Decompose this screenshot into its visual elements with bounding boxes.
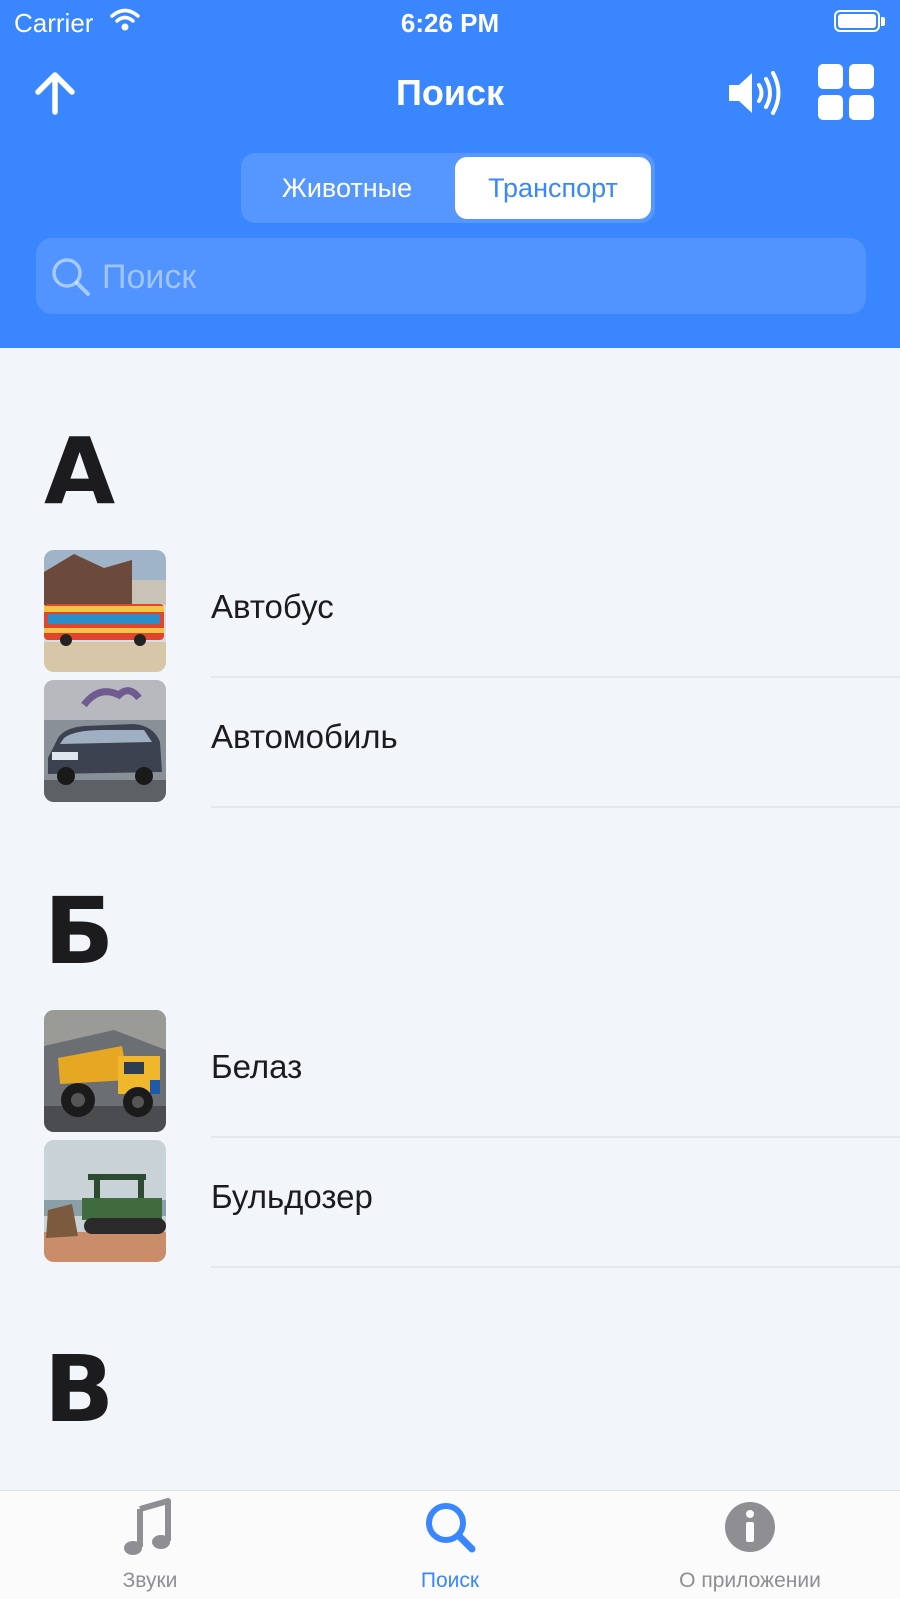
info-icon (725, 1502, 775, 1552)
list-item[interactable]: Белаз (0, 1008, 900, 1138)
category-segmented-control: Животные Транспорт (241, 153, 655, 223)
search-input[interactable] (100, 238, 844, 316)
list-item[interactable]: Автомобиль (0, 678, 900, 808)
battery-icon (834, 10, 886, 34)
tab-bar: Звуки Поиск О приложении (0, 1490, 900, 1599)
row-separator (211, 806, 900, 808)
transport-list: А Автобус Автомобиль Б Белаз Бульдозер В (0, 348, 900, 1490)
grid-view-icon[interactable] (818, 64, 874, 120)
tab-search-label: Поиск (420, 1569, 480, 1592)
section-header-v: В (44, 1336, 115, 1443)
search-icon (426, 1503, 476, 1553)
list-item[interactable]: Бульдозер (0, 1138, 900, 1268)
segment-animals[interactable]: Животные (247, 157, 447, 219)
nav-bar: Поиск (0, 48, 900, 144)
list-item-label: Бульдозер (211, 1178, 373, 1215)
segment-transport[interactable]: Транспорт (455, 157, 651, 219)
bus-thumbnail (44, 550, 166, 672)
status-time: 6:26 PM (400, 8, 500, 38)
list-item[interactable]: Автобус (0, 548, 900, 678)
header: Carrier 6:26 PM Поиск Животные Транспорт… (0, 0, 900, 348)
search-icon (52, 258, 90, 296)
tab-sounds-label: Звуки (122, 1569, 178, 1592)
list-item-label: Автобус (211, 588, 334, 625)
speaker-icon[interactable] (725, 68, 785, 118)
section-header-b: Б (44, 878, 115, 985)
list-item-label: Белаз (211, 1048, 303, 1085)
music-note-icon (124, 1498, 171, 1555)
tab-about-label: О приложении (679, 1569, 821, 1592)
search-bar (36, 238, 866, 316)
bulldozer-thumbnail (44, 1140, 166, 1262)
tab-sounds[interactable]: Звуки (0, 1491, 300, 1599)
section-header-a: А (44, 418, 116, 525)
tab-about[interactable]: О приложении (600, 1491, 900, 1599)
tab-search[interactable]: Поиск (300, 1491, 600, 1599)
car-thumbnail (44, 680, 166, 802)
status-bar: Carrier 6:26 PM (0, 0, 900, 48)
belaz-thumbnail (44, 1010, 166, 1132)
row-separator (211, 1266, 900, 1268)
list-item-label: Автомобиль (211, 718, 398, 755)
